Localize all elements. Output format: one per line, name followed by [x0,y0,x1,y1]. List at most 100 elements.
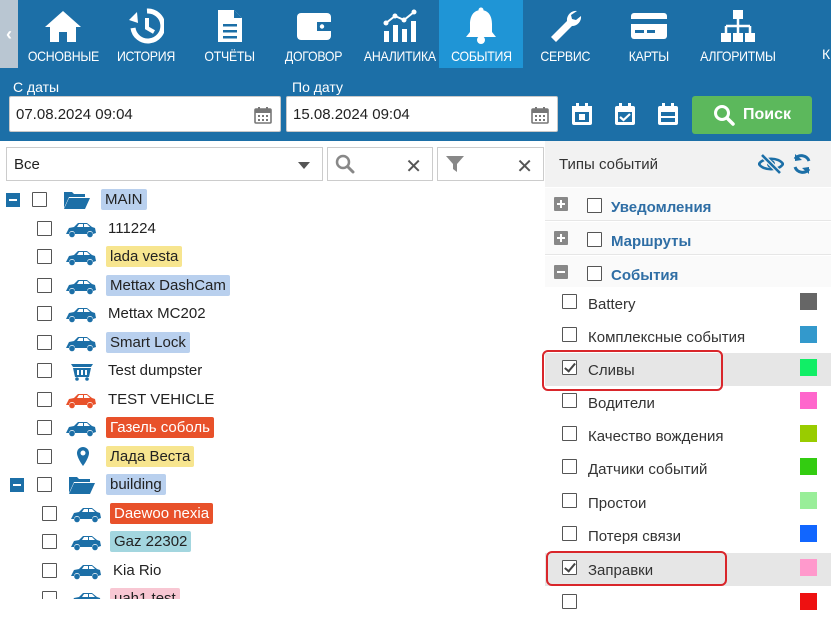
eye-slash-icon[interactable] [757,153,785,180]
tab-service[interactable]: СЕРВИС [528,0,602,68]
report-icon [216,6,244,46]
color-swatch[interactable] [800,392,817,409]
clear-search-icon[interactable]: ✕ [405,154,422,179]
collapse-icon[interactable] [6,193,20,207]
tree-item-row[interactable]: Kia Rio [0,557,545,585]
event-checkbox[interactable] [562,393,577,408]
row-checkbox[interactable] [37,277,52,293]
car-icon [65,222,97,243]
date-to-input[interactable]: 15.08.2024 09:04 [286,96,558,132]
tree-item-row[interactable]: 111224 [0,215,545,243]
tree-group-row[interactable]: building [0,471,545,499]
calendar-icon[interactable] [254,106,272,128]
color-swatch[interactable] [800,525,817,542]
search-filter-input[interactable]: ✕ [327,147,433,181]
tree-item-row[interactable]: Test dumpster [0,357,545,385]
event-type-row[interactable]: Потеря связи [545,519,831,552]
color-swatch[interactable] [800,492,817,509]
event-checkbox[interactable] [562,459,577,474]
car-icon [65,421,97,442]
color-swatch[interactable] [800,425,817,442]
event-checkbox[interactable] [562,526,577,541]
group-checkbox[interactable] [587,198,602,213]
row-checkbox[interactable] [37,220,52,236]
date-from-input[interactable]: 07.08.2024 09:04 [9,96,281,132]
event-type-row[interactable]: Качество вождения [545,419,831,452]
tab-peek[interactable]: К [821,0,831,68]
group-checkbox[interactable] [587,232,602,247]
event-type-row[interactable]: Простои [545,486,831,519]
event-checkbox[interactable] [562,594,577,609]
tab-algorithms[interactable]: АЛГОРИТМЫ [696,0,780,68]
row-checkbox[interactable] [42,591,57,599]
tree-item-row[interactable]: Gaz 22302 [0,528,545,556]
tab-contract[interactable]: ДОГОВОР [276,0,352,68]
color-swatch[interactable] [800,293,817,310]
event-checkbox[interactable] [562,327,577,342]
car-red-icon [65,393,97,414]
tree-item-row[interactable]: Mettax MC202 [0,300,545,328]
collapse-icon[interactable] [10,478,24,492]
event-checkbox[interactable] [562,493,577,508]
tree-item-row[interactable]: lada vesta [0,243,545,271]
clear-filter-icon[interactable]: ✕ [516,154,533,179]
refresh-icon[interactable] [792,153,812,180]
event-type-row[interactable] [545,587,831,620]
tab-analytics[interactable]: АНАЛИТИКА [360,0,440,68]
tree-item-row[interactable]: TEST VEHICLE [0,386,545,414]
calendar-check-icon[interactable] [613,101,637,127]
nav-scroll-left-button[interactable]: ‹ [0,0,18,68]
event-group-events[interactable]: События [545,256,831,289]
collapse-icon[interactable] [554,265,568,279]
tree-group-row[interactable]: MAIN [0,186,545,214]
tab-reports[interactable]: ОТЧЁТЫ [192,0,268,68]
home-icon [43,6,83,46]
tab-cards[interactable]: КАРТЫ [612,0,686,68]
event-type-row[interactable]: Комплексные события [545,320,831,353]
event-type-row[interactable]: Датчики событий [545,452,831,485]
row-checkbox[interactable] [37,391,52,407]
row-checkbox[interactable] [37,334,52,350]
tab-main[interactable]: ОСНОВНЫЕ [24,0,102,68]
calendar-icon[interactable] [531,106,549,128]
tab-history[interactable]: ИСТОРИЯ [108,0,184,68]
row-checkbox[interactable] [37,306,52,321]
tab-events[interactable]: СОБЫТИЯ [439,0,523,68]
row-checkbox[interactable] [37,363,52,378]
tree-item-row[interactable]: Smart Lock [0,329,545,357]
row-checkbox[interactable] [42,505,57,521]
row-checkbox[interactable] [32,192,47,207]
color-swatch[interactable] [800,326,817,343]
expand-icon[interactable] [554,231,568,245]
tree-item-row[interactable]: Mettax DashCam [0,272,545,300]
event-group-notifications[interactable]: Уведомления [545,188,831,221]
tree-item-row[interactable]: Daewoo nexia [0,500,545,528]
event-checkbox[interactable] [562,426,577,441]
event-checkbox[interactable] [562,294,577,309]
event-type-row[interactable]: Battery [545,287,831,320]
search-button[interactable]: Поиск [692,96,812,134]
color-swatch[interactable] [800,593,817,610]
highlight-refuels [546,551,727,586]
map-pin-icon [76,446,90,473]
search-icon [335,154,355,179]
row-checkbox[interactable] [37,448,52,464]
color-swatch[interactable] [800,359,817,376]
expand-icon[interactable] [554,197,568,211]
tree-item-row[interactable]: Газель соболь [0,414,545,442]
row-checkbox[interactable] [37,477,52,492]
row-checkbox[interactable] [42,562,57,578]
funnel-filter-input[interactable]: ✕ [437,147,544,181]
event-group-routes[interactable]: Маршруты [545,222,831,255]
group-checkbox[interactable] [587,266,602,281]
row-checkbox[interactable] [42,534,57,549]
color-swatch[interactable] [800,458,817,475]
calendar-today-icon[interactable] [570,101,594,127]
row-checkbox[interactable] [37,420,52,435]
calendar-range-icon[interactable] [656,101,680,127]
row-checkbox[interactable] [37,249,52,264]
object-filter-select[interactable]: Все [6,147,323,181]
color-swatch[interactable] [800,559,817,576]
tree-item-row[interactable]: uah1 test [0,585,545,599]
tree-item-row[interactable]: Лада Веста [0,443,545,471]
